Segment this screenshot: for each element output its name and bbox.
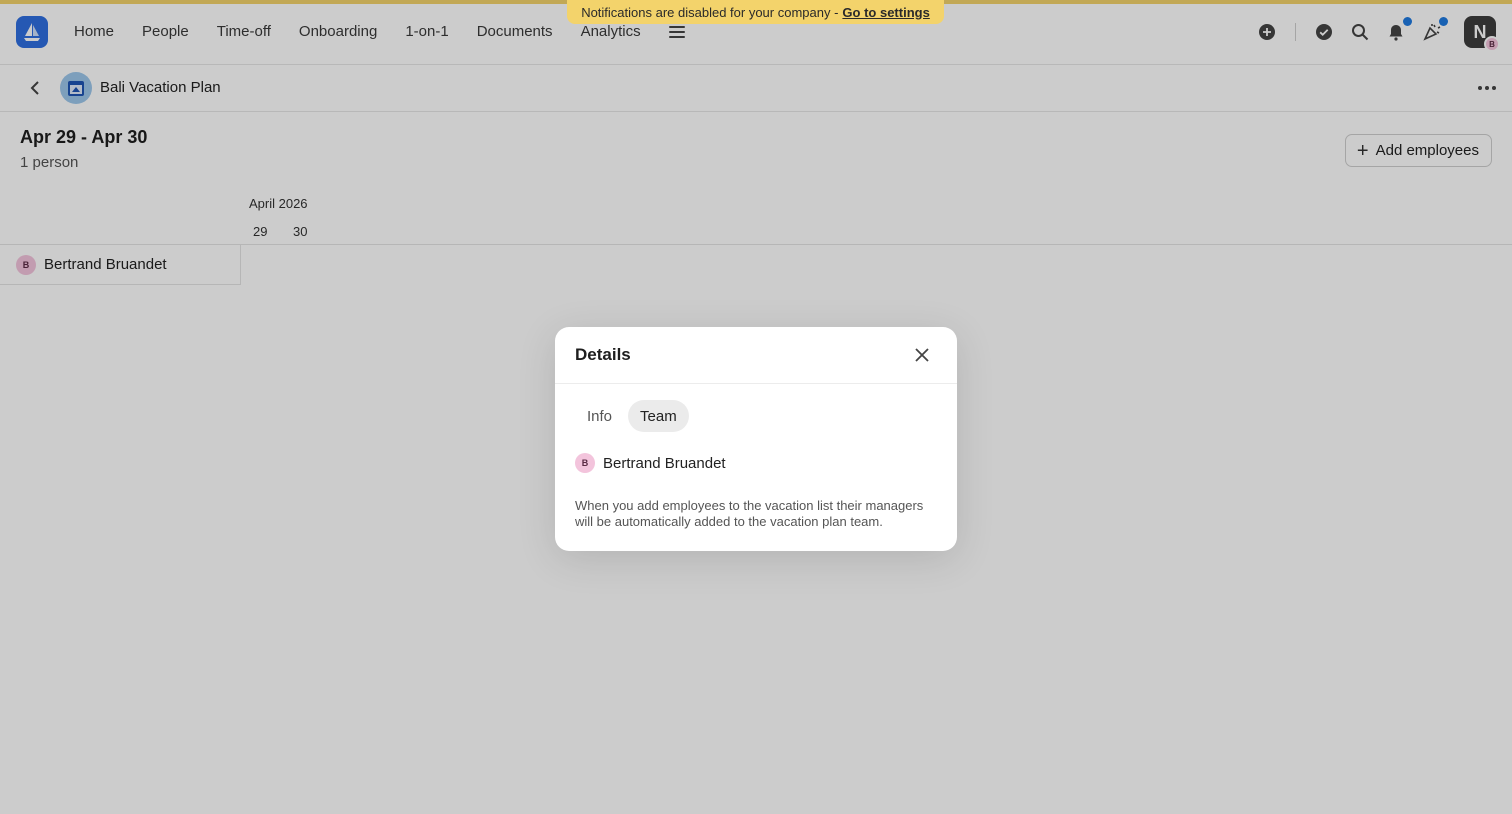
go-to-settings-link[interactable]: Go to settings bbox=[842, 5, 929, 20]
banner-text: Notifications are disabled for your comp… bbox=[581, 4, 839, 20]
tab-team[interactable]: Team bbox=[628, 400, 689, 432]
close-icon[interactable] bbox=[913, 346, 931, 364]
app-root: Notifications are disabled for your comp… bbox=[0, 0, 1512, 814]
member-avatar: B bbox=[575, 453, 595, 473]
tab-info[interactable]: Info bbox=[575, 400, 624, 432]
details-modal: Details Info Team B Bertrand Bruandet Wh… bbox=[555, 327, 957, 551]
member-name: Bertrand Bruandet bbox=[603, 454, 726, 472]
modal-title: Details bbox=[575, 345, 631, 364]
team-note: When you add employees to the vacation l… bbox=[575, 498, 924, 529]
notifications-banner: Notifications are disabled for your comp… bbox=[567, 0, 944, 24]
modal-tabs: Info Team bbox=[575, 400, 689, 432]
team-member: B Bertrand Bruandet bbox=[575, 453, 726, 473]
modal-header: Details bbox=[555, 327, 957, 384]
